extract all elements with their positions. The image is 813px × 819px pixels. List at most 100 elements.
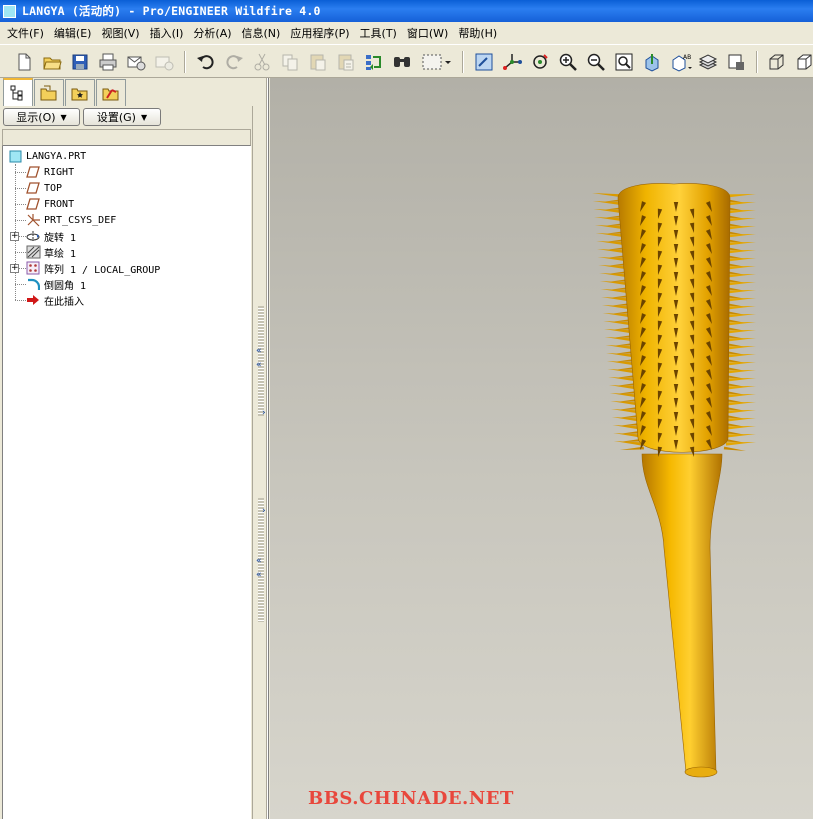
- bristle-right: [725, 346, 756, 350]
- tree-column-header: [2, 129, 251, 146]
- bristle-right: [725, 386, 756, 390]
- revolve-icon: [25, 229, 41, 243]
- cut-icon[interactable]: [250, 50, 274, 74]
- copy-icon[interactable]: [278, 50, 302, 74]
- tree-item-label: 在此插入: [44, 296, 84, 308]
- part-icon: [7, 149, 23, 163]
- disabled-mail-icon[interactable]: [152, 50, 176, 74]
- tree-item-top[interactable]: TOP: [25, 180, 62, 196]
- expand-toggle-pattern[interactable]: +: [10, 264, 19, 273]
- connections-tab-icon[interactable]: [96, 79, 126, 106]
- folder-browser-tab-icon[interactable]: [34, 79, 64, 106]
- repaint-icon[interactable]: [472, 50, 496, 74]
- tree-item-sketch[interactable]: 草绘 1: [25, 244, 76, 260]
- handle-end-cap: [684, 766, 718, 778]
- sketch-icon: [25, 245, 41, 259]
- menu-tools[interactable]: 工具(T): [355, 25, 402, 41]
- bristle-right: [725, 338, 756, 342]
- hidden-line-icon[interactable]: [792, 50, 813, 74]
- bristle-right: [725, 242, 756, 246]
- tree-item-right[interactable]: RIGHT: [25, 164, 74, 180]
- orient-mode-icon[interactable]: [528, 50, 552, 74]
- tree-item-pattern[interactable]: 阵列 1 / LOCAL_GROUP: [25, 260, 160, 276]
- menu-window[interactable]: 窗口(W): [402, 25, 453, 41]
- expand-toggle-revolve[interactable]: +: [10, 232, 19, 241]
- splitter-edge: [266, 78, 269, 819]
- bristle-right: [725, 354, 756, 358]
- reorient-icon[interactable]: [640, 50, 664, 74]
- pattern-icon: [25, 261, 41, 275]
- menu-view[interactable]: 视图(V): [96, 25, 144, 41]
- tree-item-label: 倒圆角 1: [44, 280, 87, 292]
- settings-dropdown-label: 设置(G): [96, 111, 136, 124]
- tree-item-insert-here[interactable]: 在此插入: [25, 292, 84, 308]
- datum-plane-icon: [25, 165, 41, 179]
- menu-edit[interactable]: 编辑(E): [49, 25, 97, 41]
- bristle-right: [725, 210, 756, 214]
- paste-icon[interactable]: [306, 50, 330, 74]
- bristle-right: [725, 442, 756, 446]
- tree-item-round[interactable]: 倒圆角 1: [25, 276, 86, 292]
- wireframe-icon[interactable]: [764, 50, 788, 74]
- settings-dropdown[interactable]: 设置(G) ▼: [83, 108, 161, 126]
- bristle-right: [725, 194, 756, 198]
- menu-file[interactable]: 文件(F): [2, 25, 49, 41]
- bristle-right: [725, 314, 756, 318]
- graphics-viewport[interactable]: BBS.CHINADE.NET: [270, 78, 813, 819]
- favorites-tab-icon[interactable]: [65, 79, 95, 106]
- show-dropdown-label: 显示(O): [16, 111, 56, 124]
- menu-info[interactable]: 信息(N): [237, 25, 286, 41]
- tree-item-label: 阵列 1 / LOCAL_GROUP: [44, 264, 161, 276]
- tree-item-label: TOP: [44, 182, 63, 194]
- main-toolbar: AB: [0, 44, 813, 78]
- bristle-right: [725, 290, 756, 294]
- send-mail-icon[interactable]: [124, 50, 148, 74]
- bristle-right: [725, 298, 756, 302]
- bristle-right: [725, 306, 756, 310]
- save-icon[interactable]: [68, 50, 92, 74]
- model-tree-tab-icon[interactable]: [3, 78, 33, 106]
- tree-item-part[interactable]: LANGYA.PRT: [7, 148, 86, 164]
- select-box-icon[interactable]: [418, 50, 454, 74]
- layers-icon[interactable]: [696, 50, 720, 74]
- tree-item-front[interactable]: FRONT: [25, 196, 74, 212]
- datum-plane-icon: [25, 197, 41, 211]
- open-folder-icon[interactable]: [40, 50, 64, 74]
- print-icon[interactable]: [96, 50, 120, 74]
- collapse-left-icon[interactable]: «: [256, 346, 262, 356]
- zoom-out-icon[interactable]: [584, 50, 608, 74]
- menu-insert[interactable]: 插入(I): [145, 25, 189, 41]
- new-file-icon[interactable]: [12, 50, 36, 74]
- spin-center-icon[interactable]: [500, 50, 524, 74]
- toolbar-separator: [756, 51, 758, 73]
- bristle-right: [725, 226, 756, 230]
- tree-item-revolve[interactable]: 旋转 1: [25, 228, 76, 244]
- hairbrush-model: [592, 183, 756, 778]
- model-tree: + + LANGYA.PRT RIGHT TOP FRONT PRT_CSYS_…: [2, 146, 251, 819]
- watermark-text: BBS.CHINADE.NET: [308, 788, 514, 809]
- bristle-right: [725, 266, 756, 270]
- menu-bar: 文件(F) 编辑(E) 视图(V) 插入(I) 分析(A) 信息(N) 应用程序…: [0, 22, 813, 44]
- refit-icon[interactable]: [612, 50, 636, 74]
- menu-help[interactable]: 帮助(H): [453, 25, 502, 41]
- redo-icon[interactable]: [222, 50, 246, 74]
- bristle-right: [725, 322, 756, 326]
- tree-item-label: PRT_CSYS_DEF: [44, 214, 117, 226]
- paste-special-icon[interactable]: [334, 50, 358, 74]
- view-manager-icon[interactable]: [724, 50, 748, 74]
- bristle-right: [725, 370, 756, 374]
- toolbar-separator: [184, 51, 186, 73]
- menu-analysis[interactable]: 分析(A): [188, 25, 236, 41]
- regenerate-icon[interactable]: [362, 50, 386, 74]
- collapse-left-icon[interactable]: «: [256, 570, 262, 580]
- show-dropdown[interactable]: 显示(O) ▼: [3, 108, 80, 126]
- saved-views-icon[interactable]: AB: [668, 50, 696, 74]
- collapse-left-icon[interactable]: «: [256, 360, 262, 370]
- undo-icon[interactable]: [194, 50, 218, 74]
- collapse-left-icon[interactable]: «: [256, 556, 262, 566]
- tree-item-csys[interactable]: PRT_CSYS_DEF: [25, 212, 116, 228]
- search-icon[interactable]: [390, 50, 414, 74]
- zoom-in-icon[interactable]: [556, 50, 580, 74]
- panel-splitter[interactable]: « « › › « «: [253, 78, 270, 819]
- menu-applications[interactable]: 应用程序(P): [285, 25, 354, 41]
